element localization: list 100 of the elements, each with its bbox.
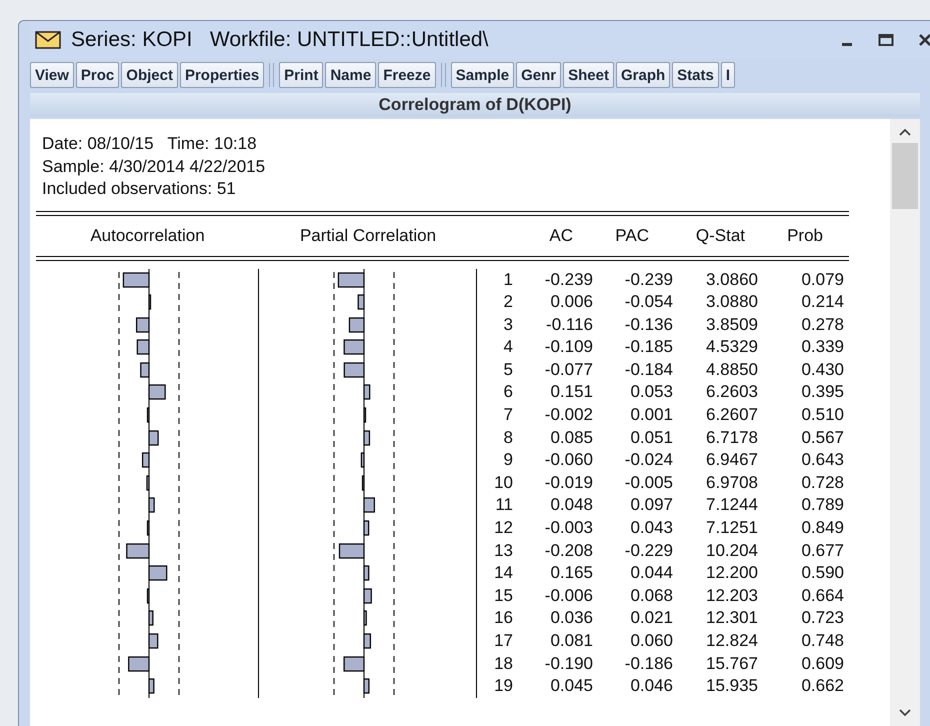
table-cell-text: 0.728 <box>800 472 844 494</box>
table-cell-text: 0.849 <box>800 517 844 540</box>
table-cell-text: 0.214 <box>800 291 844 314</box>
view-title: Correlogram of D(KOPI) <box>30 93 920 117</box>
table-cell-text: 0.079 <box>800 268 844 290</box>
close-icon[interactable] <box>918 33 930 47</box>
correlation-bar <box>146 407 150 423</box>
table-cell-text: 7.1244 <box>705 494 758 516</box>
table-cell-text: 0.085 <box>549 426 593 449</box>
correlation-bar <box>360 452 365 468</box>
table-cell-text: 0.165 <box>549 562 593 584</box>
table-cell-text: 12.824 <box>705 630 758 652</box>
scrollbar[interactable] <box>890 119 920 726</box>
table-cell-text: 0.748 <box>800 630 844 652</box>
correlation-bar <box>363 498 375 514</box>
column-header: Q-Stat <box>694 226 745 246</box>
lag-number: 19 <box>493 675 513 698</box>
column-header: AC <box>548 226 573 246</box>
table-cell-text: -0.190 <box>544 652 593 675</box>
toolbar-button[interactable]: Proc <box>76 62 120 88</box>
correlation-bar <box>363 430 370 446</box>
correlation-bar <box>363 678 370 694</box>
correlation-bar <box>363 407 366 423</box>
lag-number: 11 <box>494 494 513 516</box>
column-header: PAC <box>614 226 649 246</box>
toolbar-button[interactable]: Name <box>325 62 376 88</box>
table-cell-text: 0.510 <box>800 404 844 426</box>
toolbar-button[interactable]: Graph <box>616 62 670 88</box>
table-cell-text: 0.006 <box>549 291 593 314</box>
table-cell-text: 0.609 <box>800 652 844 675</box>
toolbar-button[interactable]: Properties <box>180 62 264 88</box>
table-cell-text: -0.024 <box>624 449 673 472</box>
table-cell-text: 0.001 <box>629 404 673 426</box>
table-cell-text: 12.203 <box>705 584 758 607</box>
table-cell-text: 6.7178 <box>705 426 758 449</box>
table-cell-text: 10.204 <box>705 540 758 562</box>
table-cell-text: -0.060 <box>544 449 593 472</box>
toolbar-button[interactable]: Genr <box>516 62 562 88</box>
correlation-bar <box>363 384 370 400</box>
lag-number: 17 <box>493 630 513 652</box>
info-text: Date: 08/10/15 Time: 10:18 <box>42 133 258 155</box>
toolbar-button[interactable]: Freeze <box>378 62 436 88</box>
scroll-down-icon[interactable] <box>898 708 912 718</box>
table-cell-text: -0.019 <box>544 472 593 494</box>
correlation-bar <box>363 588 372 604</box>
lag-number: 5 <box>502 358 513 381</box>
table-cell-text: 3.0860 <box>705 268 758 290</box>
lag-number: 18 <box>493 652 513 675</box>
table-cell-text: 0.044 <box>629 562 673 584</box>
column-header: Partial Correlation <box>298 226 438 246</box>
scroll-up-icon[interactable] <box>898 127 912 137</box>
table-cell-text: -0.006 <box>544 584 593 607</box>
table-cell-text: 0.430 <box>800 358 844 381</box>
correlation-bar <box>148 498 155 514</box>
table-cell-text: 0.151 <box>549 381 593 404</box>
table-cell-text: -0.184 <box>624 358 673 381</box>
lag-number: 15 <box>493 584 513 607</box>
toolbar-button[interactable]: Sheet <box>563 62 614 88</box>
table-cell-text: 3.0880 <box>705 291 758 314</box>
toolbar-button[interactable]: I <box>720 62 736 88</box>
table-cell-text: 0.053 <box>629 381 673 404</box>
table-cell-text: 0.677 <box>800 540 844 562</box>
correlation-bar <box>338 272 365 288</box>
table-cell-text: -0.239 <box>624 268 673 290</box>
correlation-bar <box>344 362 365 378</box>
toolbar-button[interactable]: Stats <box>672 62 719 88</box>
lag-number: 12 <box>493 517 513 540</box>
toolbar-button[interactable]: View <box>30 62 74 88</box>
table-cell-text: 6.9467 <box>705 449 758 472</box>
correlation-bar <box>363 520 370 536</box>
maximize-icon[interactable] <box>878 33 894 47</box>
scroll-thumb[interactable] <box>892 143 918 209</box>
table-cell-text: 0.081 <box>549 630 593 652</box>
correlation-bar <box>146 475 150 490</box>
table-cell-text: -0.077 <box>544 358 593 381</box>
table-cell-text: 0.567 <box>800 426 844 449</box>
lag-number: 7 <box>502 404 513 426</box>
table-cell-text: -0.229 <box>624 540 673 562</box>
correlation-bar <box>148 566 168 581</box>
table-cell-text: 0.045 <box>549 675 593 698</box>
table-cell-text: -0.186 <box>624 652 673 675</box>
table-cell-text: 0.051 <box>629 426 673 449</box>
envelope-icon <box>35 31 61 49</box>
correlation-bar <box>338 543 365 558</box>
correlation-bar <box>122 272 150 288</box>
table-cell-text: 12.301 <box>705 607 758 630</box>
table-cell-text: 12.200 <box>705 562 758 584</box>
table-cell-text: 0.395 <box>800 381 844 404</box>
table-cell-text: 0.590 <box>800 562 844 584</box>
table-cell-text: 0.097 <box>629 494 673 516</box>
table-cell-text: 3.8509 <box>705 314 758 336</box>
toolbar-button[interactable]: Sample <box>450 62 514 88</box>
lag-number: 2 <box>502 291 513 314</box>
table-cell-text: 0.043 <box>629 517 673 540</box>
toolbar-button[interactable]: Print <box>279 62 324 88</box>
correlation-bar <box>344 656 365 672</box>
correlation-bar <box>148 633 158 649</box>
lag-number: 9 <box>502 449 513 472</box>
toolbar-button[interactable]: Object <box>121 62 178 88</box>
table-cell-text: -0.054 <box>624 291 673 314</box>
